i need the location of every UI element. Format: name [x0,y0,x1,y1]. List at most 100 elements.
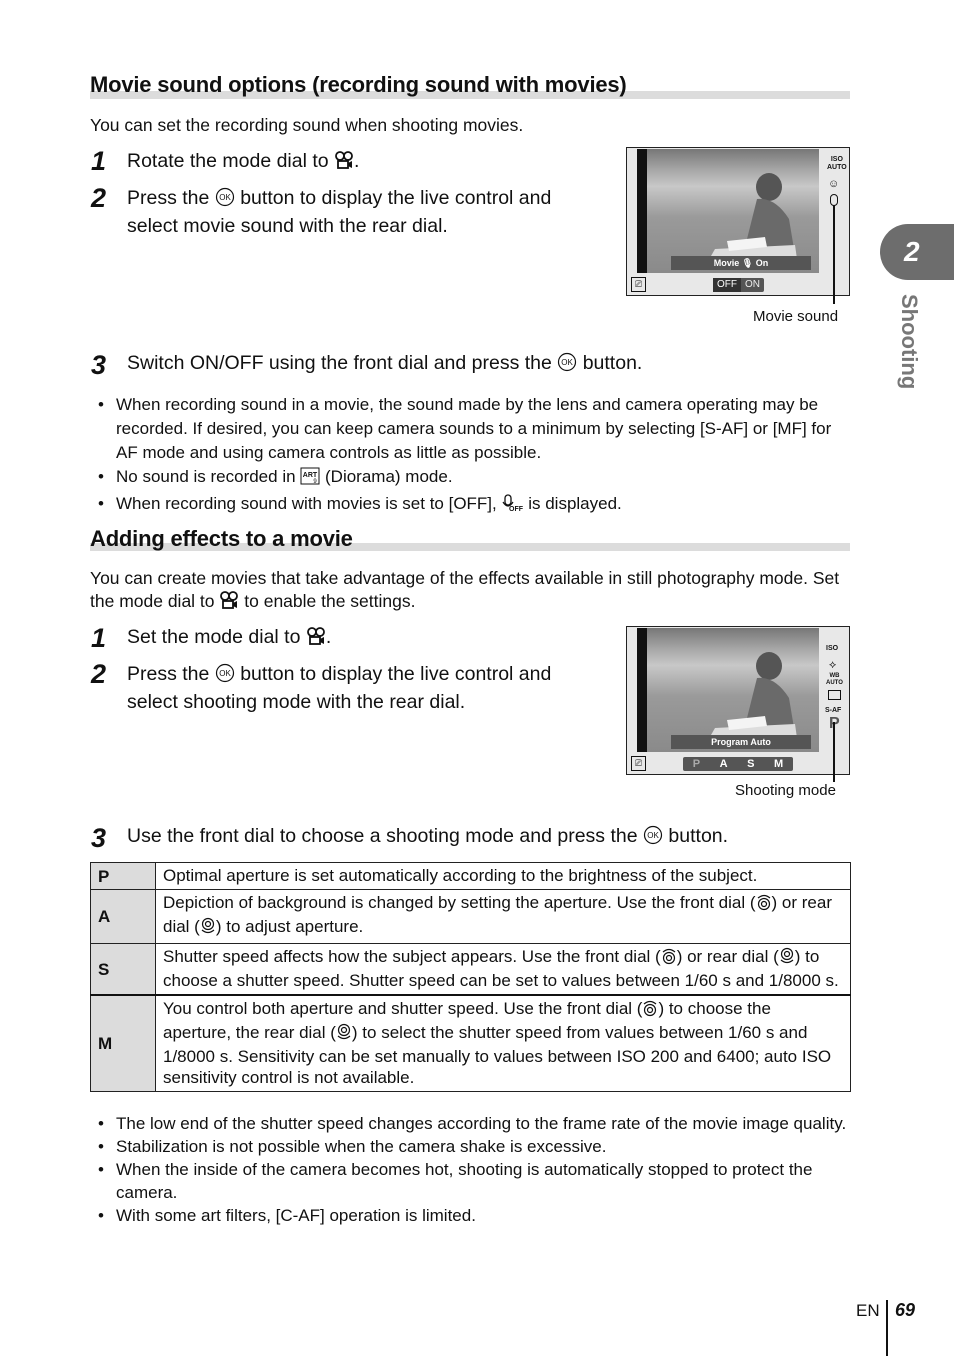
chapter-tab: 2 [880,224,954,280]
section2-notes: The low end of the shutter speed changes… [90,1112,852,1227]
front-dial-icon [642,999,658,1022]
note-item: With some art filters, [C-AF] operation … [90,1204,852,1227]
step-text-part: . [354,150,360,172]
microphone-icon: 🎙 [741,258,754,268]
chapter-label: Shooting [897,294,922,390]
section1-title: Movie sound options (recording sound wit… [90,72,627,97]
sound-toggle: OFF ON [713,278,764,292]
step-text-part: Press the [127,663,215,685]
step-text-part: Press the [127,187,215,209]
footer-language: EN [856,1301,880,1320]
svg-text:ART: ART [303,472,318,479]
face-detect-icon: ☺ [828,178,840,190]
art-diorama-icon: ART 9 [300,467,320,492]
mode-key: P [90,862,156,890]
front-dial-icon [756,893,772,916]
image-stabilizer-icon: ⟡ [829,659,837,671]
note-item: When recording sound with movies is set … [90,492,852,519]
step-text-part: button. [663,825,729,847]
step-number: 2 [91,659,107,689]
option-off: OFF [713,278,741,292]
camera-screen-movie-sound: Movie 🎙 On ISO AUTO ☺ ⎚ OFF ON [626,147,850,296]
section2-intro: You can create movies that take advantag… [90,567,860,616]
section2-title: Adding effects to a movie [90,526,353,551]
mode-option-m: M [774,758,784,770]
callout-line [833,205,835,304]
aspect-icon [828,690,841,700]
mode-description: You control both aperture and shutter sp… [155,994,851,1092]
mode-key: A [90,889,156,944]
ok-button-icon: OK [215,187,235,214]
step-text-part: Rotate the mode dial to [127,150,335,172]
section1-intro: You can set the recording sound when sho… [90,115,524,135]
s-af-icon: S-AF [825,707,842,714]
svg-text:OK: OK [219,669,231,678]
note-item: When recording sound in a movie, the sou… [90,393,852,465]
note-text: No sound is recorded in [116,467,301,486]
mode-selector: P A S M [683,757,793,771]
note-item: No sound is recorded in ART9 (Diorama) m… [90,465,852,492]
note-text: When recording sound with movies is set … [116,494,502,513]
step-text: Press the OK button to display the live … [127,662,607,715]
woman-reading-silhouette [707,173,797,263]
camera-screen-shooting-mode: Program Auto ISO ⟡ WBAUTO S-AF P ⎚ P A S… [626,626,850,775]
svg-text:OK: OK [219,193,231,202]
mode-description: Optimal aperture is set automatically ac… [155,862,851,890]
svg-text:OFF: OFF [509,506,523,512]
note-text: (Diorama) mode. [320,467,453,486]
note-item: When the inside of the camera becomes ho… [90,1158,852,1204]
sound-off-icon: OFF [501,494,524,519]
step-text: Rotate the mode dial to . [127,149,607,177]
front-dial-icon [661,947,677,970]
ok-button-icon: OK [557,352,577,379]
wb-auto-icon: WB AUTO [826,673,843,686]
table-row: A Depiction of background is changed by s… [90,889,851,944]
overlay-bar: Program Auto [671,735,811,749]
mode-option-s: S [747,758,755,770]
step-text: Switch ON/OFF using the front dial and p… [127,351,827,379]
rear-dial-icon [200,917,216,940]
svg-text:OK: OK [562,358,574,367]
intro-text: to enable the settings. [239,591,416,611]
step-number: 3 [91,823,107,853]
rear-dial-icon [336,1023,352,1046]
step-number: 3 [91,350,107,380]
ok-button-icon: OK [215,663,235,690]
step-text: Press the OK button to display the live … [127,186,607,239]
ok-button-icon: OK [643,825,663,852]
step-number: 1 [91,623,107,653]
mode-option-p: P [692,758,701,770]
step-text: Use the front dial to choose a shooting … [127,824,847,852]
note-text: is displayed. [523,494,622,513]
step-text-part: button. [577,352,643,374]
movie-mode-icon: ⎚ [631,756,646,771]
movie-mode-icon [306,626,326,653]
callout-line [833,722,835,782]
mode-description: Depiction of background is changed by se… [155,889,851,944]
option-on: ON [745,279,760,290]
live-view-photo: Movie 🎙 On [637,149,819,273]
iso-icon: ISO [826,645,839,652]
table-row: P Optimal aperture is set automatically a… [90,862,851,890]
rear-dial-icon [779,947,795,970]
woman-reading-silhouette [707,652,797,742]
step-number: 1 [91,146,107,176]
shooting-mode-table: P Optimal aperture is set automatically a… [90,862,851,1092]
iso-auto-icon: ISO AUTO [827,156,847,171]
callout-shooting-mode: Shooting mode [735,782,836,799]
overlay-value: On [755,258,769,268]
mode-description: Shutter speed affects how the subject ap… [155,943,851,996]
page-number: 69 [895,1300,916,1320]
step-text-part: Switch ON/OFF using the front dial and p… [127,352,558,374]
section1-notes: When recording sound in a movie, the sou… [90,393,852,519]
step-text-part: . [325,626,332,648]
step-number: 2 [91,183,107,213]
movie-mode-icon: ⎚ [631,277,646,292]
step-text: Set the mode dial to . [127,625,607,653]
overlay-label: Movie [713,258,740,268]
movie-mode-icon [219,590,239,616]
callout-movie-sound: Movie sound [753,308,839,325]
live-view-photo: Program Auto [637,628,819,752]
svg-text:OK: OK [647,831,659,840]
footer-divider [886,1300,888,1356]
